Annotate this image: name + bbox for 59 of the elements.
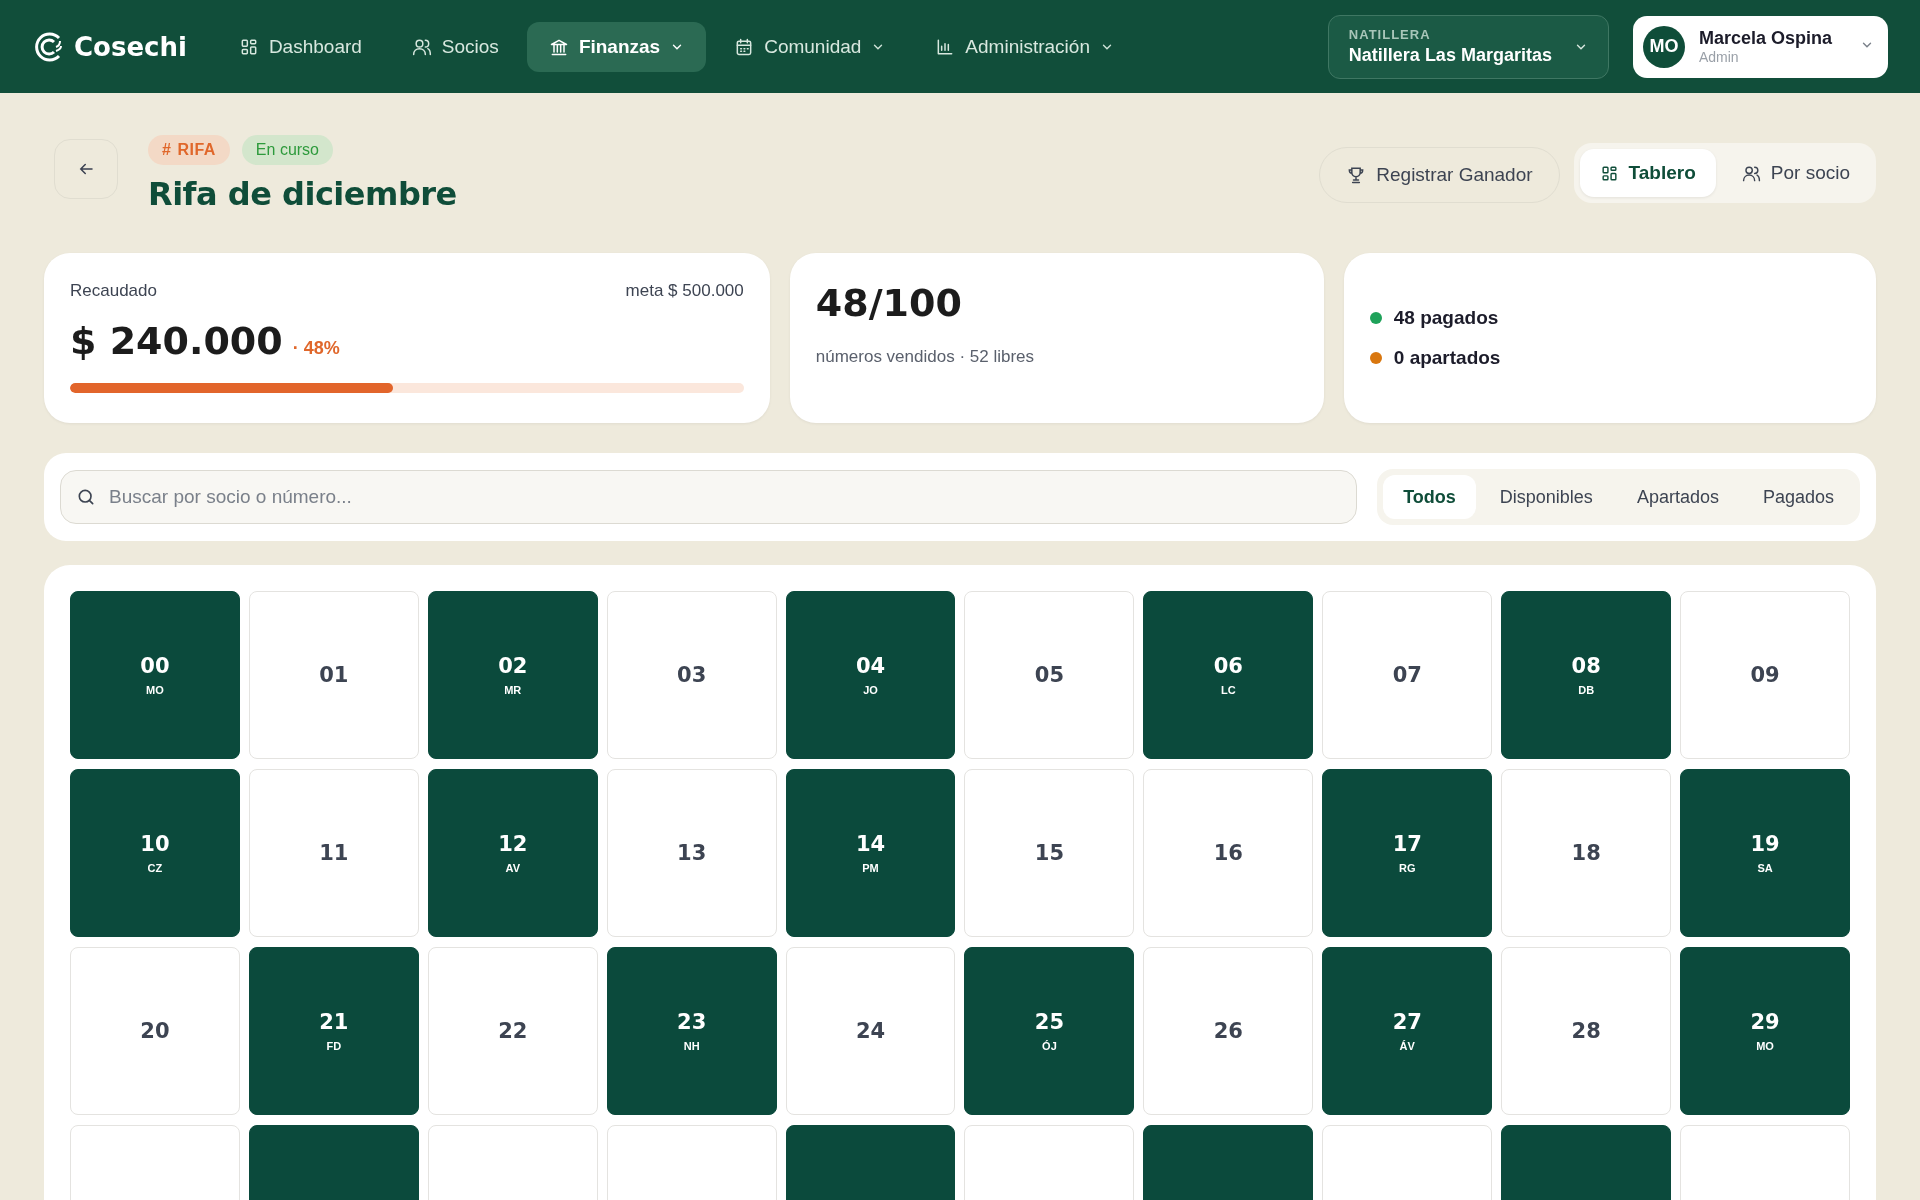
search-field[interactable]: Buscar por socio o número...: [60, 470, 1358, 524]
card-label: Recaudado: [70, 281, 157, 301]
filter-tab[interactable]: Todos: [1383, 475, 1476, 519]
ticket-tile[interactable]: 03: [606, 591, 777, 759]
ticket-tile[interactable]: 16: [1143, 769, 1314, 937]
ticket-tile[interactable]: 17 RG: [1322, 769, 1493, 937]
ticket-tile[interactable]: 14 PM: [785, 769, 956, 937]
ticket-tile[interactable]: 11: [248, 769, 419, 937]
sold-count: 48/100: [815, 281, 963, 325]
ticket-tile[interactable]: 01: [248, 591, 419, 759]
group-selector[interactable]: NATILLERA Natillera Las Margaritas: [1327, 14, 1609, 79]
ticket-tile[interactable]: 18: [1501, 769, 1672, 937]
ticket-tile[interactable]: 12 AV: [427, 769, 598, 937]
ticket-tile[interactable]: 20: [70, 947, 240, 1115]
ticket-tile[interactable]: 22: [427, 947, 598, 1115]
ticket-tile[interactable]: 02 MR: [427, 591, 598, 759]
legend-label: 0 apartados: [1393, 347, 1501, 369]
goal-text: meta $ 500.000: [625, 281, 744, 301]
nav-tab[interactable]: Administración: [913, 21, 1136, 72]
ticket-tile[interactable]: 25 ÓJ: [964, 947, 1135, 1115]
ticket-tile[interactable]: 27 ÁV: [1322, 947, 1493, 1115]
brand-name: Cosechi: [74, 31, 187, 62]
ticket-tile[interactable]: 10 CZ: [70, 769, 240, 937]
nav-tab[interactable]: Comunidad: [712, 21, 908, 72]
status-tag: En curso: [241, 135, 333, 165]
nav-tab[interactable]: Socios: [389, 21, 521, 72]
search-icon: [76, 487, 96, 507]
filter-tab[interactable]: Pagados: [1742, 475, 1854, 519]
view-tab[interactable]: Por socio: [1721, 149, 1870, 197]
ticket-tile[interactable]: 19 SA: [1680, 769, 1850, 937]
ticket-tile[interactable]: 15: [964, 769, 1135, 937]
back-button[interactable]: [54, 139, 118, 199]
ticket-tile[interactable]: 28: [1501, 947, 1672, 1115]
sold-caption: números vendidos · 52 libres: [815, 347, 1036, 367]
ticket-tile[interactable]: 24: [785, 947, 956, 1115]
ticket-tile[interactable]: 06 LC: [1143, 591, 1314, 759]
ticket-tile[interactable]: 29 MO: [1680, 947, 1850, 1115]
ticket-tile[interactable]: 00 MO: [70, 591, 240, 759]
grid-icon: [1599, 163, 1619, 183]
ticket-tile[interactable]: 23 NH: [606, 947, 777, 1115]
type-tag: # RIFA: [148, 135, 230, 165]
ticket-tile[interactable]: 13: [606, 769, 777, 937]
ticket-tile[interactable]: 04 JO: [785, 591, 956, 759]
view-tab[interactable]: Tablero: [1579, 149, 1716, 197]
collected-amount: $ 240.000: [70, 319, 283, 363]
ticket-tile[interactable]: 08 DB: [1501, 591, 1672, 759]
ticket-tile[interactable]: 21 FD: [248, 947, 419, 1115]
ticket-tile[interactable]: 09: [1680, 591, 1850, 759]
ticket-tile[interactable]: 05: [964, 591, 1135, 759]
page-title: Rifa de diciembre: [148, 175, 457, 213]
user-menu[interactable]: MO Marcela Ospina Admin: [1632, 15, 1888, 78]
nav-tab[interactable]: Dashboard: [216, 21, 384, 72]
filter-tab[interactable]: Disponibles: [1479, 475, 1613, 519]
filter-tab[interactable]: Apartados: [1616, 475, 1739, 519]
percent-text: · 48%: [292, 338, 340, 359]
legend-label: 48 pagados: [1393, 307, 1499, 329]
ticket-tile[interactable]: 26: [1143, 947, 1314, 1115]
ticket-tile[interactable]: 07: [1322, 591, 1493, 759]
nav-tab[interactable]: Finanzas: [526, 21, 707, 72]
